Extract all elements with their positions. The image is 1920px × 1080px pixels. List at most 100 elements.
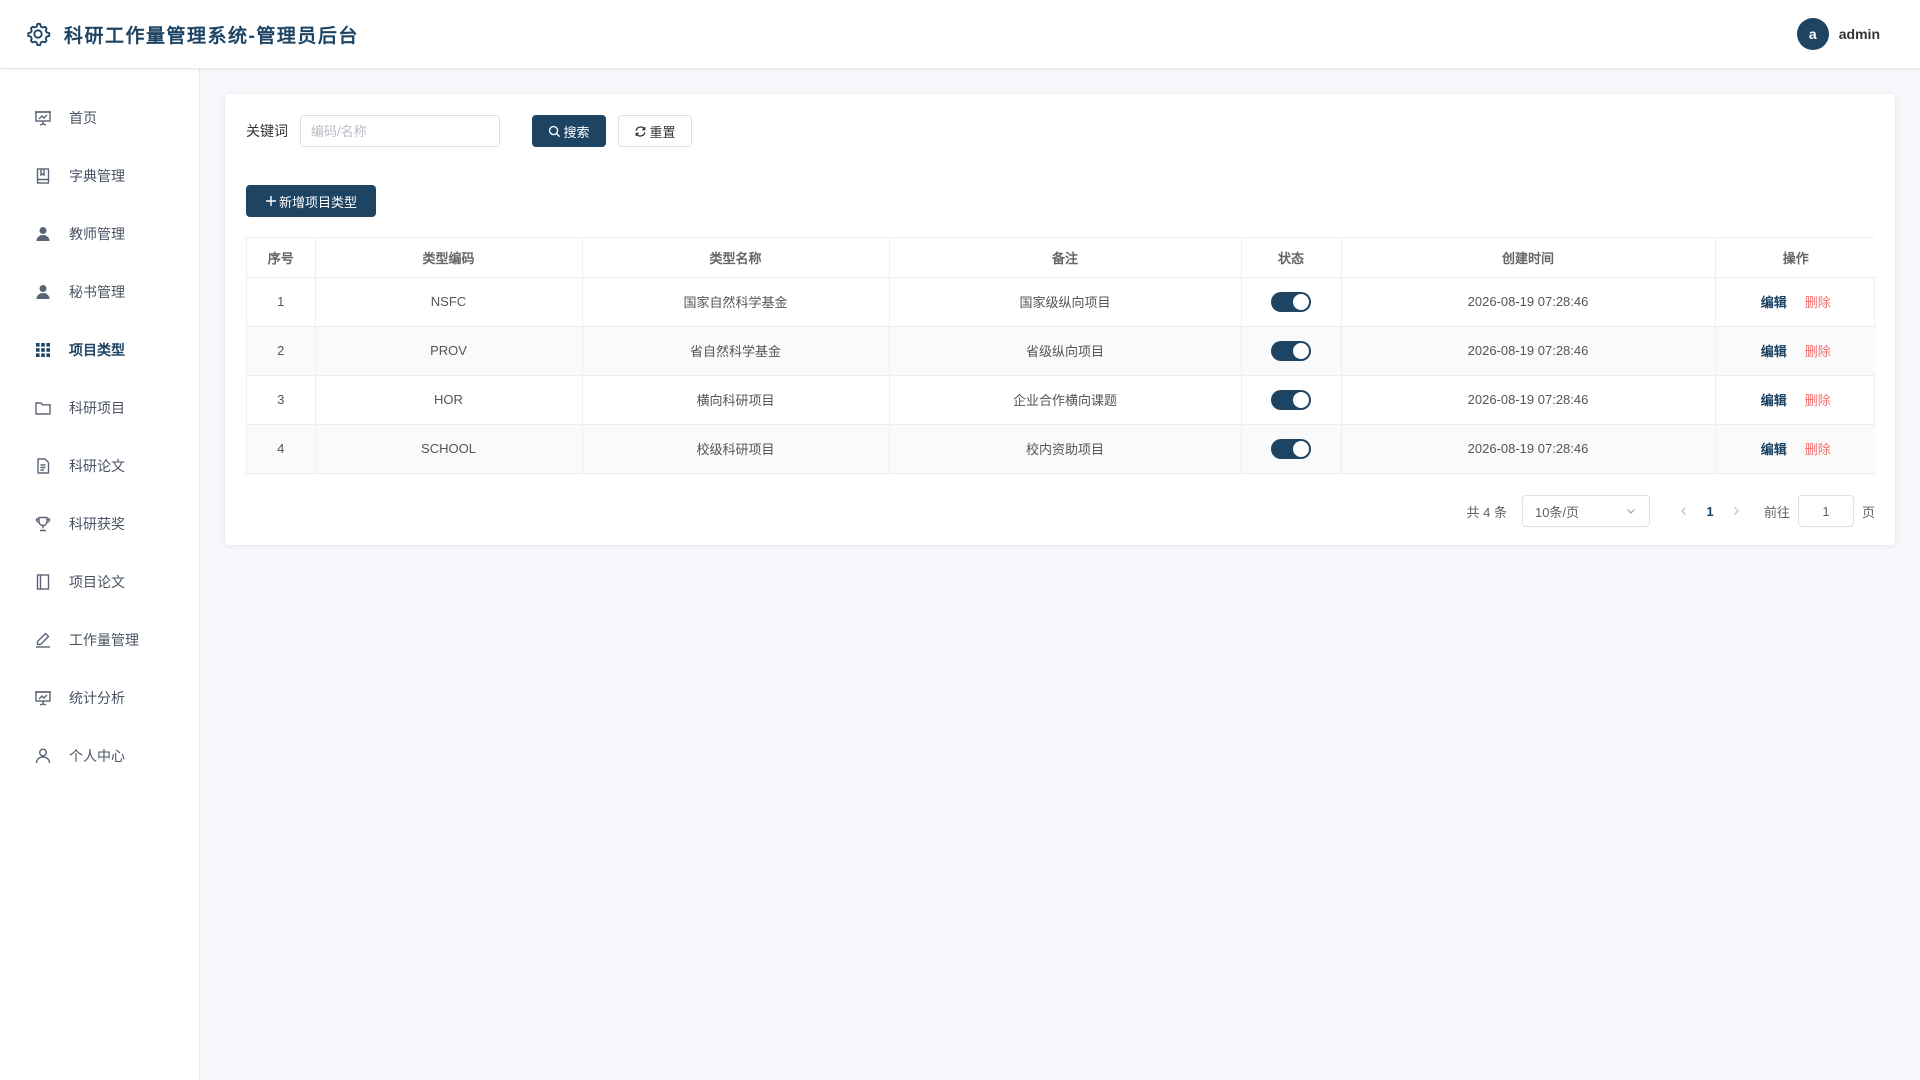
avatar[interactable]: a [1796, 18, 1829, 50]
delete-link[interactable]: 删除 [1805, 295, 1831, 310]
page-suffix: 页 [1861, 504, 1875, 520]
sidebar-item-label: 科研论文 [69, 458, 125, 474]
keyword-label: 关键词 [246, 123, 288, 139]
total-count: 共 4 条 [1466, 504, 1507, 520]
sidebar-item-home[interactable]: 首页 [0, 89, 199, 147]
cell-actions: 编辑 删除 [1715, 277, 1876, 327]
cell-created: 2026-08-19 07:28:46 [1341, 277, 1716, 327]
sidebar-item-label: 科研获奖 [69, 516, 125, 532]
username[interactable]: admin [1839, 26, 1880, 42]
keyword-input[interactable] [300, 115, 500, 147]
grid-icon [34, 341, 52, 359]
sidebar-item-project-types[interactable]: 项目类型 [0, 321, 199, 379]
sidebar-item-teachers[interactable]: 教师管理 [0, 205, 199, 263]
search-button-label: 搜索 [563, 124, 590, 140]
chevron-right-icon [1734, 507, 1739, 515]
search-icon [548, 125, 561, 138]
cell-name: 校级科研项目 [582, 424, 890, 473]
sidebar-item-statistics[interactable]: 统计分析 [0, 669, 199, 727]
cell-actions: 编辑 删除 [1715, 424, 1876, 473]
add-button-label: 新增项目类型 [278, 194, 357, 210]
top-header: 科研工作量管理系统-管理员后台 a admin [0, 0, 1920, 69]
sidebar-item-research-papers[interactable]: 科研论文 [0, 437, 199, 495]
page-size-value: 10条/页 [1534, 504, 1580, 520]
project-type-table: 序号 类型编码 类型名称 备注 状态 创建时间 操作 1 NSFC 国家自然科学… [246, 237, 1876, 474]
sidebar-item-workload[interactable]: 工作量管理 [0, 611, 199, 669]
cell-status [1241, 375, 1342, 425]
app-title: 科研工作量管理系统-管理员后台 [64, 25, 359, 47]
sidebar-item-label: 统计分析 [69, 690, 125, 706]
page-size-select[interactable]: 10条/页 [1521, 495, 1650, 527]
cell-code: PROV [315, 326, 583, 376]
column-header-remark: 备注 [889, 238, 1242, 278]
reset-button-label: 重置 [649, 124, 676, 140]
column-header-index: 序号 [247, 238, 316, 278]
sidebar-item-secretaries[interactable]: 秘书管理 [0, 263, 199, 321]
delete-link[interactable]: 删除 [1805, 393, 1831, 408]
edit-link[interactable]: 编辑 [1761, 393, 1787, 408]
search-button[interactable]: 搜索 [532, 115, 606, 147]
cell-actions: 编辑 删除 [1715, 326, 1876, 376]
notebook-icon [34, 573, 52, 591]
cell-status [1241, 424, 1342, 473]
sidebar-item-dictionary[interactable]: 字典管理 [0, 147, 199, 205]
status-switch[interactable] [1271, 340, 1311, 361]
status-switch[interactable] [1271, 291, 1311, 312]
document-icon [34, 457, 52, 475]
column-header-status: 状态 [1241, 238, 1342, 278]
cell-remark: 国家级纵向项目 [889, 277, 1242, 327]
sidebar-item-label: 工作量管理 [69, 632, 139, 648]
chevron-down-icon [1625, 505, 1637, 517]
table-row: 1 NSFC 国家自然科学基金 国家级纵向项目 2026-08-19 07:28… [247, 277, 1876, 327]
user-menu[interactable]: a admin [1796, 18, 1880, 50]
chevron-left-icon [1681, 507, 1686, 515]
sidebar: 首页 字典管理 教师管理 秘书管理 项目类型 科研项目 科研论文 科研获奖 项目… [0, 69, 200, 1080]
status-switch[interactable] [1271, 438, 1311, 459]
sidebar-menu: 首页 字典管理 教师管理 秘书管理 项目类型 科研项目 科研论文 科研获奖 项目… [0, 69, 199, 785]
goto-page-input[interactable] [1797, 495, 1854, 527]
status-switch[interactable] [1271, 389, 1311, 410]
sidebar-item-label: 秘书管理 [69, 284, 125, 300]
presentation-chart-icon [34, 689, 52, 707]
cell-actions: 编辑 删除 [1715, 375, 1876, 425]
sidebar-item-label: 教师管理 [69, 226, 125, 242]
table-row: 2 PROV 省自然科学基金 省级纵向项目 2026-08-19 07:28:4… [247, 326, 1876, 376]
cell-status [1241, 277, 1342, 327]
reset-button[interactable]: 重置 [618, 115, 692, 147]
sidebar-item-research-awards[interactable]: 科研获奖 [0, 495, 199, 553]
cell-name: 省自然科学基金 [582, 326, 890, 376]
sidebar-item-label: 字典管理 [69, 168, 125, 184]
switch-knob [1293, 440, 1309, 457]
cell-index: 4 [247, 424, 316, 473]
presentation-chart-icon [34, 109, 52, 127]
pagination: 共 4 条 10条/页 1 前往 页 [1466, 495, 1875, 527]
delete-link[interactable]: 删除 [1805, 344, 1831, 359]
page-number-current[interactable]: 1 [1690, 504, 1730, 519]
next-page-button[interactable] [1730, 505, 1742, 517]
main-card: 关键词 搜索 重置 新增项目类型 序号 [225, 94, 1895, 545]
sidebar-item-profile[interactable]: 个人中心 [0, 727, 199, 785]
edit-link[interactable]: 编辑 [1761, 295, 1787, 310]
cell-name: 国家自然科学基金 [582, 277, 890, 327]
sidebar-item-project-papers[interactable]: 项目论文 [0, 553, 199, 611]
sidebar-item-label: 科研项目 [69, 400, 125, 416]
column-header-name: 类型名称 [582, 238, 890, 278]
switch-knob [1293, 293, 1309, 310]
edit-link[interactable]: 编辑 [1761, 344, 1787, 359]
cell-index: 2 [247, 326, 316, 376]
cell-code: SCHOOL [315, 424, 583, 473]
sidebar-item-research-projects[interactable]: 科研项目 [0, 379, 199, 437]
table-row: 4 SCHOOL 校级科研项目 校内资助项目 2026-08-19 07:28:… [247, 424, 1876, 473]
trophy-icon [34, 515, 52, 533]
search-form: 关键词 搜索 重置 [246, 115, 692, 147]
edit-link[interactable]: 编辑 [1761, 442, 1787, 457]
delete-link[interactable]: 删除 [1805, 442, 1831, 457]
cell-remark: 校内资助项目 [889, 424, 1242, 473]
user-filled-icon [34, 283, 52, 301]
add-project-type-button[interactable]: 新增项目类型 [246, 185, 376, 217]
switch-knob [1293, 342, 1309, 359]
edit-pen-icon [34, 631, 52, 649]
prev-page-button[interactable] [1678, 505, 1690, 517]
cell-code: HOR [315, 375, 583, 425]
sidebar-item-label: 项目类型 [69, 342, 125, 358]
